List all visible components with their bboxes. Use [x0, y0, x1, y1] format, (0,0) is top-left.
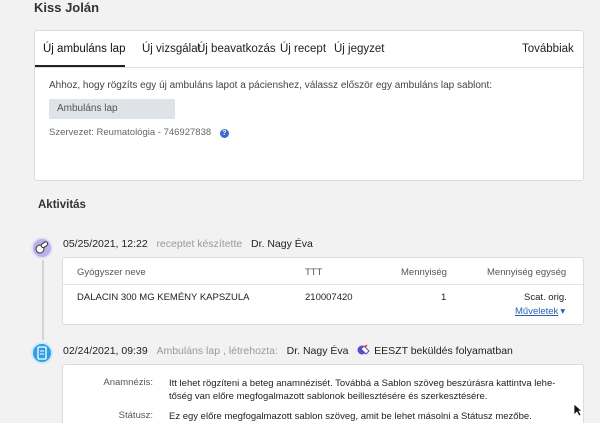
tab-new-procedure[interactable]: Új beavatkozás: [197, 43, 276, 55]
entry-tabs: Új ambuláns lap Új vizsgálat Új beavatko…: [35, 31, 583, 68]
status-label: Státusz:: [118, 410, 153, 421]
organization-info: Szervezet: Reumatológia - 746927838 ?: [49, 127, 229, 138]
col-quantity-unit: Mennyiség egység: [487, 267, 567, 278]
entry-doctor: Dr. Nagy Éva: [286, 345, 349, 357]
cell-quantity: 1: [441, 292, 447, 303]
cell-drug-name: DALACIN 300 MG KEMÉNY KAPSZULA: [77, 292, 250, 303]
tab-new-prescription[interactable]: Új recept: [280, 43, 326, 55]
document-icon: [31, 342, 53, 364]
cell-quantity-unit: Scat. orig.: [524, 292, 567, 303]
eeszt-status-icon: [357, 344, 370, 355]
cell-ttt: 210007420: [305, 292, 353, 303]
tab-new-outpatient[interactable]: Új ambuláns lap: [43, 43, 125, 55]
caret-down-icon: ▾: [560, 306, 566, 317]
status-text: Ez egy előre megfogalmazott sablon szöve…: [169, 411, 532, 422]
more-tabs-button[interactable]: Továbbiak: [522, 43, 574, 55]
new-entry-card: Új ambuláns lap Új vizsgálat Új beavatko…: [34, 30, 584, 181]
entry-datetime: 02/24/2021, 09:39: [63, 345, 148, 357]
help-icon[interactable]: ?: [219, 129, 229, 138]
entry-header: 05/25/2021, 12:22 receptet készítette Dr…: [63, 238, 313, 250]
mouse-cursor-icon: [573, 403, 583, 417]
template-select[interactable]: Ambuláns lap: [49, 99, 175, 119]
prescription-card: Gyógyszer neve TTT Mennyiség Mennyiség e…: [62, 257, 584, 325]
entry-datetime: 05/25/2021, 12:22: [63, 238, 148, 250]
entry-doctor: Dr. Nagy Éva: [251, 238, 313, 250]
patient-name: Kiss Jolán: [34, 0, 100, 15]
actions-dropdown[interactable]: Műveletek ▾: [515, 306, 565, 317]
eeszt-status: EESZT beküldés folyamatban: [374, 345, 513, 357]
actions-label: Műveletek: [515, 306, 559, 317]
organization-text: Szervezet: Reumatológia - 746927838: [49, 127, 212, 138]
table-divider: [63, 284, 583, 285]
tab-new-note[interactable]: Új jegyzet: [334, 43, 385, 55]
col-drug-name: Gyógyszer neve: [77, 267, 146, 278]
anamnesis-label: Anamnézis:: [103, 377, 153, 388]
template-instructions: Ahhoz, hogy rögzíts egy új ambuláns lapo…: [49, 80, 493, 91]
entry-action: receptet készítette: [156, 238, 243, 250]
tab-new-exam[interactable]: Új vizsgálat: [142, 43, 201, 55]
anamnesis-text: Itt lehet rögzíteni a beteg anamnézisét.…: [169, 378, 556, 402]
active-tab-indicator: [35, 65, 125, 67]
activity-title: Aktivitás: [38, 199, 86, 211]
outpatient-card: Anamnézis: Itt lehet rögzíteni a beteg a…: [62, 364, 584, 423]
col-ttt: TTT: [305, 267, 323, 278]
entry-header: 02/24/2021, 09:39 Ambuláns lap , létreho…: [63, 344, 513, 357]
pills-icon: [31, 237, 53, 259]
entry-action: Ambuláns lap , létrehozta:: [156, 345, 278, 357]
col-quantity: Mennyiség: [401, 267, 447, 278]
timeline-line: [42, 260, 44, 340]
